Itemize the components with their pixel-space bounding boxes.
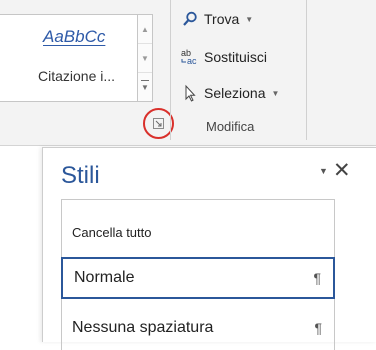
gallery-more-button[interactable]: ▼ <box>138 73 152 101</box>
chevron-down-icon: ▼ <box>245 14 254 24</box>
gallery-scroll-up-button[interactable]: ▲ <box>138 15 152 44</box>
select-button[interactable]: Seleziona ▼ <box>180 82 279 104</box>
style-item-label: Cancella tutto <box>72 224 152 240</box>
group-divider <box>170 0 171 140</box>
gallery-scroll-down-button[interactable]: ▼ <box>138 44 152 73</box>
style-sample-citazione[interactable]: AaBbCc <box>43 27 105 47</box>
paragraph-mark-icon: ¶ <box>314 320 322 336</box>
style-item-label: Normale <box>74 269 135 286</box>
style-item-no-spacing[interactable]: Nessuna spaziatura ¶ <box>62 311 334 345</box>
find-button[interactable]: Trova ▼ <box>180 8 253 30</box>
style-item-label: Nessuna spaziatura <box>72 319 214 336</box>
select-label: Seleziona <box>204 85 266 101</box>
close-icon[interactable]: ✕ <box>333 158 351 183</box>
editing-group-label: Modifica <box>206 119 255 134</box>
paragraph-mark-icon: ¶ <box>313 270 321 286</box>
dialog-launcher-icon <box>153 118 164 129</box>
cursor-arrow-icon <box>180 84 200 102</box>
search-icon <box>180 10 200 28</box>
style-item-clear-all[interactable]: Cancella tutto <box>62 214 334 250</box>
ribbon: AaBbCc Citazione i... ▲ ▼ ▼ Trova ▼ ab a <box>0 0 376 146</box>
pane-title: Stili <box>61 162 100 189</box>
styles-gallery: AaBbCc Citazione i... ▲ ▼ ▼ <box>0 14 153 102</box>
replace-icon-ac: ac <box>187 56 197 66</box>
replace-label: Sostituisci <box>204 49 268 65</box>
chevron-down-icon: ▼ <box>271 88 280 98</box>
more-bar-icon <box>141 80 149 81</box>
group-divider <box>306 0 307 140</box>
find-label: Trova <box>204 11 240 27</box>
replace-button[interactable]: ab ac Sostituisci <box>180 46 267 68</box>
style-item-normal[interactable]: Normale ¶ <box>61 257 335 299</box>
gallery-scrollbar: ▲ ▼ ▼ <box>137 15 152 101</box>
pane-options-chevron-icon[interactable]: ▼ <box>319 166 328 176</box>
style-list: Cancella tutto Normale ¶ Nessuna spaziat… <box>61 199 335 350</box>
replace-icon: ab ac <box>180 48 200 66</box>
style-name-citazione[interactable]: Citazione i... <box>38 68 115 84</box>
more-arrow-icon: ▼ <box>141 83 149 92</box>
styles-pane: Stili ▼ ✕ Cancella tutto Normale ¶ Nessu… <box>42 147 376 350</box>
